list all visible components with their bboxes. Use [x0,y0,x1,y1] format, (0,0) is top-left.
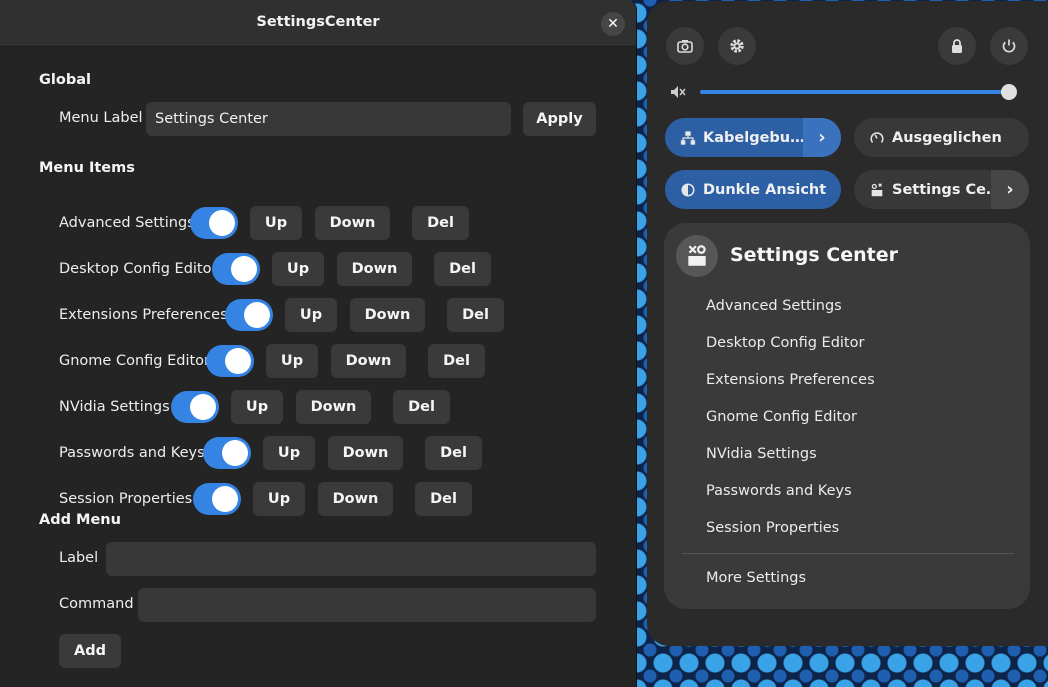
apply-button[interactable]: Apply [523,102,596,136]
camera-icon [677,40,693,53]
down-button-extensions-preferences[interactable]: Down [350,298,425,332]
menu-item-toggle-advanced-settings[interactable] [190,207,238,239]
settings-center-tile[interactable]: Settings Ce… › [854,170,1029,209]
delete-button-gnome-config-editor[interactable]: Del [428,344,485,378]
add-command-input[interactable] [138,588,596,622]
dark-mode-icon [679,181,697,199]
settings-center-header-icon [676,235,718,277]
down-button-passwords-and-keys[interactable]: Down [328,436,403,470]
down-button-session-properties[interactable]: Down [318,482,393,516]
add-label-input[interactable] [106,542,596,576]
menu-item-toggle-nvidia-settings[interactable] [171,391,219,423]
toggle-knob [225,348,251,374]
volume-slider-track[interactable] [700,90,1009,94]
chevron-right-icon: › [1006,179,1014,200]
settings-center-tile-label: Settings Ce… [892,181,1001,198]
add-label-label: Label [59,550,99,566]
lock-button[interactable] [938,27,976,65]
delete-button-advanced-settings[interactable]: Del [412,206,469,240]
menu-items-section-title: Menu Items [39,160,135,176]
menu-item-toggle-session-properties[interactable] [193,483,241,515]
power-button[interactable] [990,27,1028,65]
power-profile-tile[interactable]: Ausgeglichen [854,118,1029,157]
down-button-advanced-settings[interactable]: Down [315,206,390,240]
up-button-passwords-and-keys[interactable]: Up [263,436,315,470]
toggle-knob [190,394,216,420]
volume-slider-handle[interactable] [1001,84,1017,100]
down-button-gnome-config-editor[interactable]: Down [331,344,406,378]
lock-icon [952,39,962,53]
delete-button-nvidia-settings[interactable]: Del [393,390,450,424]
menu-label-input[interactable] [146,102,511,136]
up-button-extensions-preferences[interactable]: Up [285,298,337,332]
screenshot-button[interactable] [666,27,704,65]
delete-button-desktop-config-editor[interactable]: Del [434,252,491,286]
qs-menu-item-passwords-and-keys[interactable]: Passwords and Keys [706,483,852,499]
power-profile-tile-label: Ausgeglichen [892,129,1002,146]
menu-item-toggle-gnome-config-editor[interactable] [206,345,254,377]
up-button-session-properties[interactable]: Up [253,482,305,516]
menu-item-toggle-desktop-config-editor[interactable] [212,253,260,285]
settings-center-menu: Settings Center Advanced Settings Desktop… [664,223,1030,609]
dark-mode-tile[interactable]: Dunkle Ansicht [665,170,841,209]
up-button-nvidia-settings[interactable]: Up [231,390,283,424]
qs-menu-item-extensions-preferences[interactable]: Extensions Preferences [706,372,875,388]
qs-menu-item-gnome-config-editor[interactable]: Gnome Config Editor [706,409,857,425]
window-title: SettingsCenter [256,14,380,30]
close-button[interactable]: ✕ [601,12,625,36]
toggle-knob [212,486,238,512]
down-button-nvidia-settings[interactable]: Down [296,390,371,424]
menu-item-label-nvidia-settings: NVidia Settings [59,399,170,415]
up-button-desktop-config-editor[interactable]: Up [272,252,324,286]
speaker-muted-icon[interactable] [669,83,687,101]
network-wired-icon [679,129,697,147]
delete-button-passwords-and-keys[interactable]: Del [425,436,482,470]
menu-item-label-session-properties: Session Properties [59,491,193,507]
add-command-label: Command [59,596,134,612]
network-tile-arrow[interactable]: › [803,118,841,157]
menu-item-label-gnome-config-editor: Gnome Config Editor [59,353,210,369]
menu-separator [682,553,1014,554]
quick-settings-panel: Kabelgebu… › Ausgeglichen Dunkle Ansicht… [647,1,1048,646]
global-section-title: Global [39,72,91,88]
chevron-right-icon: › [818,127,826,148]
close-icon: ✕ [607,16,619,32]
menu-item-label-extensions-preferences: Extensions Preferences [59,307,228,323]
power-profile-icon [868,129,886,147]
gear-icon [730,39,744,53]
delete-button-session-properties[interactable]: Del [415,482,472,516]
toggle-knob [244,302,270,328]
add-menu-section-title: Add Menu [39,512,121,528]
settings-center-icon [868,181,886,199]
network-tile[interactable]: Kabelgebu… › [665,118,841,157]
menu-item-toggle-passwords-and-keys[interactable] [203,437,251,469]
qs-menu-item-nvidia-settings[interactable]: NVidia Settings [706,446,817,462]
down-button-desktop-config-editor[interactable]: Down [337,252,412,286]
settings-center-tile-arrow[interactable]: › [991,170,1029,209]
up-button-advanced-settings[interactable]: Up [250,206,302,240]
menu-item-label-desktop-config-editor: Desktop Config Editor [59,261,218,277]
qs-menu-item-desktop-config-editor[interactable]: Desktop Config Editor [706,335,864,351]
qs-menu-item-advanced-settings[interactable]: Advanced Settings [706,298,842,314]
more-settings-item[interactable]: More Settings [706,570,806,586]
power-icon [1002,39,1016,53]
toggle-knob [222,440,248,466]
add-button[interactable]: Add [59,634,121,668]
dark-mode-tile-label: Dunkle Ansicht [703,181,827,198]
delete-button-extensions-preferences[interactable]: Del [447,298,504,332]
up-button-gnome-config-editor[interactable]: Up [266,344,318,378]
menu-item-label-advanced-settings: Advanced Settings [59,215,195,231]
network-tile-label: Kabelgebu… [703,129,805,146]
menu-item-toggle-extensions-preferences[interactable] [225,299,273,331]
toggle-knob [231,256,257,282]
settings-window: SettingsCenter ✕ Global Menu Label Apply… [0,0,637,687]
settings-center-menu-title: Settings Center [730,244,898,266]
window-titlebar[interactable]: SettingsCenter ✕ [0,0,636,47]
menu-item-label-passwords-and-keys: Passwords and Keys [59,445,205,461]
toggle-knob [209,210,235,236]
settings-button[interactable] [718,27,756,65]
qs-menu-item-session-properties[interactable]: Session Properties [706,520,839,536]
menu-label-label: Menu Label [59,110,143,126]
